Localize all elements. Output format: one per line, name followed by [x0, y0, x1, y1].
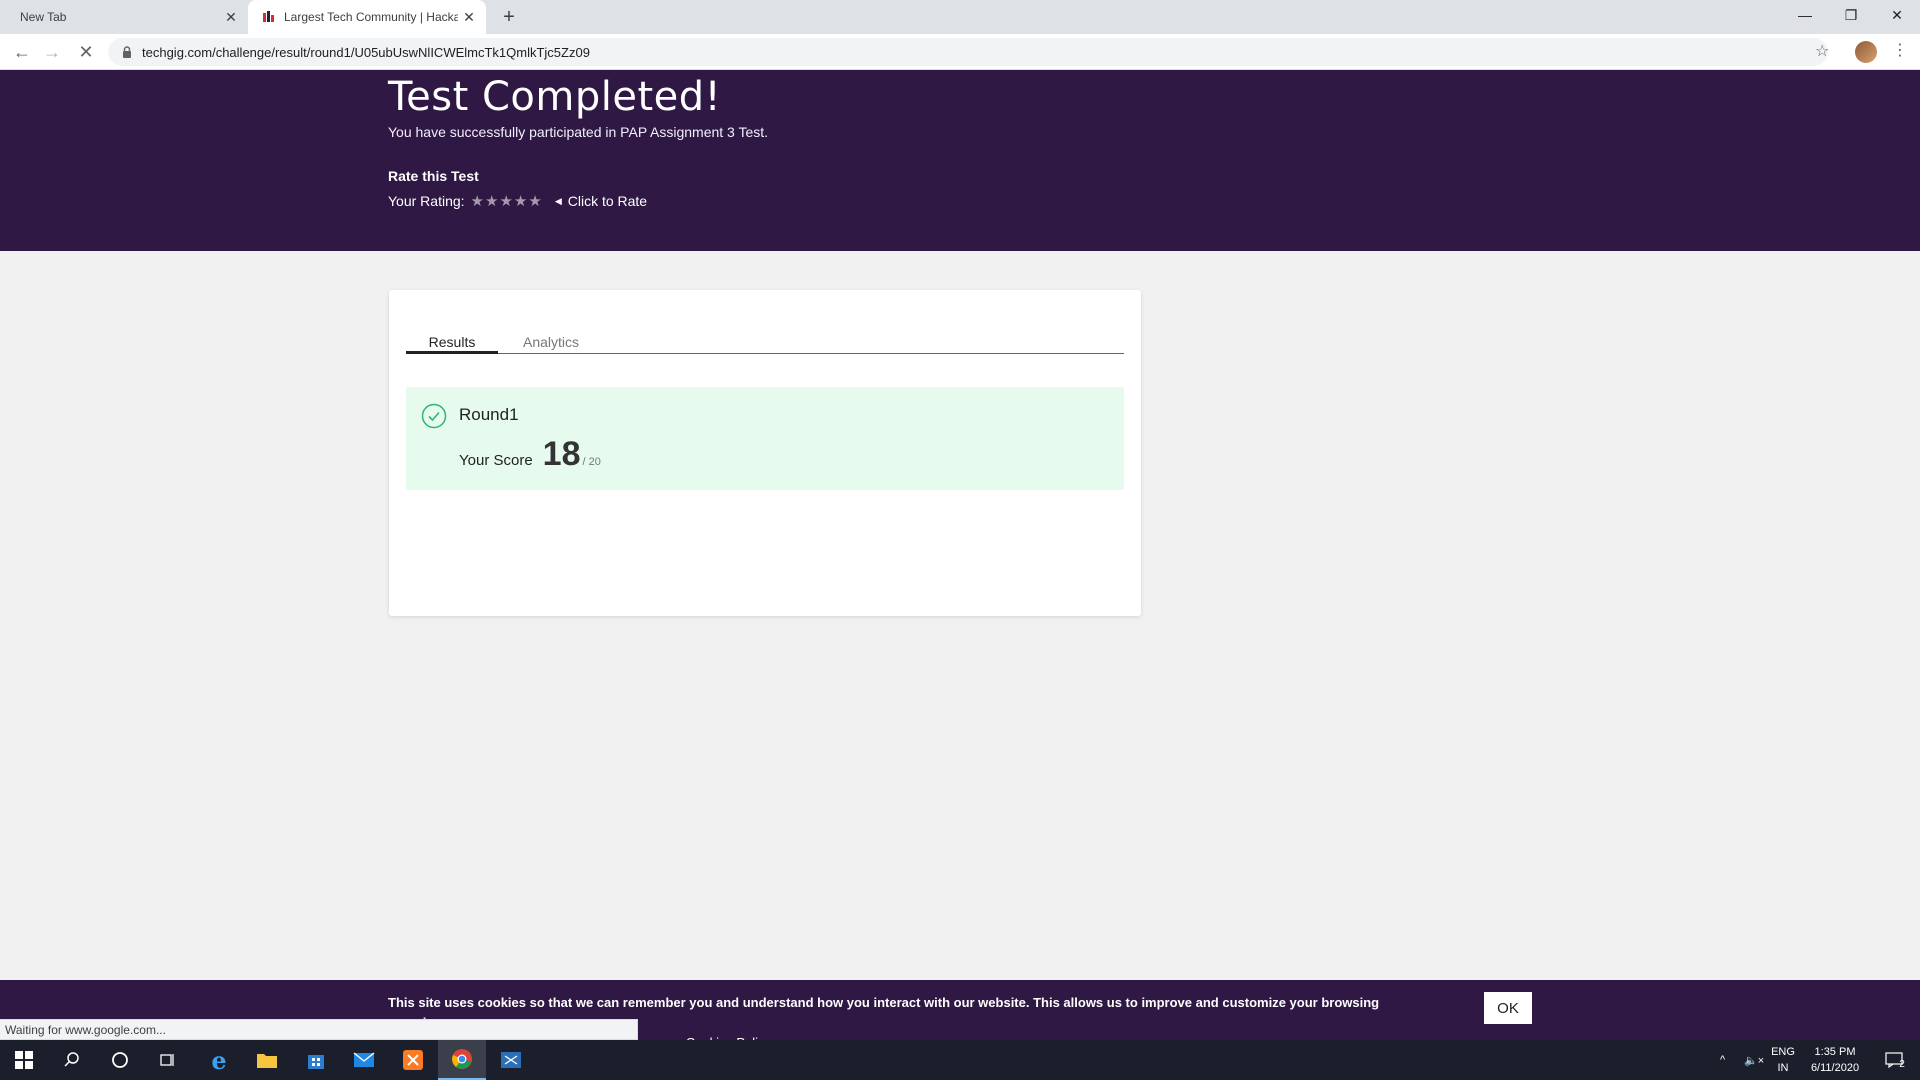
score-max: / 20 — [582, 456, 601, 468]
clock-time: 1:35 PM — [1814, 1046, 1856, 1058]
forward-arrow-icon[interactable]: → — [40, 40, 64, 64]
tab-title: New Tab — [20, 10, 67, 24]
star-icon[interactable]: ★ — [514, 192, 527, 210]
participation-message: You have successfully participated in PA… — [388, 124, 769, 140]
browser-toolbar: ← → ✕ techgig.com/challenge/result/round… — [0, 34, 1920, 70]
taskbar-clock[interactable]: 1:35 PM 6/11/2020 — [1800, 1044, 1870, 1076]
close-window-icon[interactable]: ✕ — [1874, 0, 1920, 30]
close-icon[interactable]: ✕ — [458, 9, 480, 26]
browser-tab-strip: New Tab ✕ Largest Tech Community | Hacka… — [0, 0, 1920, 34]
file-explorer-icon[interactable] — [243, 1040, 291, 1080]
page-title: Test Completed! — [388, 74, 722, 120]
test-completed-banner: Test Completed! You have successfully pa… — [0, 70, 1920, 251]
mail-icon[interactable] — [340, 1040, 388, 1080]
notification-center-icon[interactable]: 2 — [1880, 1040, 1910, 1080]
click-to-rate-label: Click to Rate — [567, 193, 648, 209]
status-bar: Waiting for www.google.com... — [0, 1019, 638, 1040]
rating-label: Your Rating: — [388, 193, 465, 209]
close-icon[interactable]: ✕ — [220, 9, 242, 26]
input-language-indicator[interactable]: ENG IN — [1770, 1044, 1796, 1076]
cortana-icon[interactable] — [96, 1040, 144, 1080]
show-hidden-icons-chevron-icon[interactable]: ^ — [1720, 1040, 1725, 1080]
score-label: Your Score — [459, 452, 533, 469]
star-icon[interactable]: ★ — [499, 192, 512, 210]
star-icon[interactable]: ★ — [471, 192, 484, 210]
url-text: techgig.com/challenge/result/round1/U05u… — [142, 44, 590, 60]
click-to-rate-link[interactable]: ◀ Click to Rate — [555, 193, 647, 209]
rate-test-heading: Rate this Test — [388, 168, 479, 184]
edge-browser-icon[interactable]: e — [195, 1040, 243, 1080]
restore-icon[interactable]: ❐ — [1828, 0, 1874, 30]
clock-date: 6/11/2020 — [1810, 1062, 1860, 1074]
tab-analytics[interactable]: Analytics — [523, 334, 579, 350]
address-bar[interactable]: techgig.com/challenge/result/round1/U05u… — [108, 38, 1828, 66]
speaker-muted-icon[interactable]: 🔈× — [1744, 1040, 1764, 1080]
tab-title: Largest Tech Community | Hackat — [284, 10, 458, 24]
browser-tab-new-tab[interactable]: New Tab ✕ — [8, 0, 248, 34]
techgig-favicon-icon — [263, 11, 274, 22]
score-value: 18 — [542, 435, 581, 473]
profile-avatar[interactable] — [1855, 41, 1877, 63]
back-arrow-icon[interactable]: ← — [10, 40, 34, 64]
star-rating[interactable]: ★ ★ ★ ★ ★ — [471, 192, 543, 210]
caret-left-icon: ◀ — [554, 195, 562, 206]
round-name: Round1 — [459, 405, 519, 424]
round-score-panel: Round1 Your Score 18 / 20 — [406, 387, 1124, 490]
menu-kebab-icon[interactable]: ⋮ — [1892, 40, 1908, 60]
bookmark-star-icon[interactable]: ☆ — [1815, 41, 1829, 61]
minimize-icon[interactable]: — — [1782, 0, 1828, 30]
snipping-tool-icon[interactable] — [487, 1040, 535, 1080]
task-view-icon[interactable] — [144, 1040, 192, 1080]
stop-loading-icon[interactable]: ✕ — [74, 40, 98, 64]
language-code: ENG — [1771, 1046, 1795, 1058]
score-row: Your Score 18 / 20 — [459, 435, 601, 474]
windows-taskbar: e ^ 🔈× ENG IN 1:35 PM 6/11/2020 2 — [0, 1040, 1920, 1080]
browser-tab-techgig[interactable]: Largest Tech Community | Hackat ✕ — [248, 0, 486, 34]
rating-row: Your Rating: ★ ★ ★ ★ ★ ◀ Click to Rate — [388, 192, 647, 210]
check-circle-icon — [421, 403, 447, 429]
star-icon[interactable]: ★ — [485, 192, 498, 210]
notification-count: 2 — [1899, 1058, 1905, 1070]
cookie-ok-button[interactable]: OK — [1484, 992, 1532, 1024]
chrome-icon[interactable] — [438, 1040, 486, 1080]
windows-start-icon[interactable] — [0, 1040, 48, 1080]
star-icon[interactable]: ★ — [528, 192, 541, 210]
results-tabs: Results Analytics — [406, 334, 1124, 354]
window-controls: — ❐ ✕ — [1782, 0, 1920, 30]
search-icon[interactable] — [48, 1040, 96, 1080]
lock-icon — [123, 46, 131, 58]
region-code: IN — [1777, 1062, 1789, 1074]
new-tab-plus-icon[interactable]: + — [496, 4, 522, 30]
results-card: Results Analytics Round1 Your Score 18 /… — [389, 290, 1141, 616]
store-icon[interactable] — [292, 1040, 340, 1080]
tab-results[interactable]: Results — [406, 334, 498, 354]
xampp-icon[interactable] — [389, 1040, 437, 1080]
